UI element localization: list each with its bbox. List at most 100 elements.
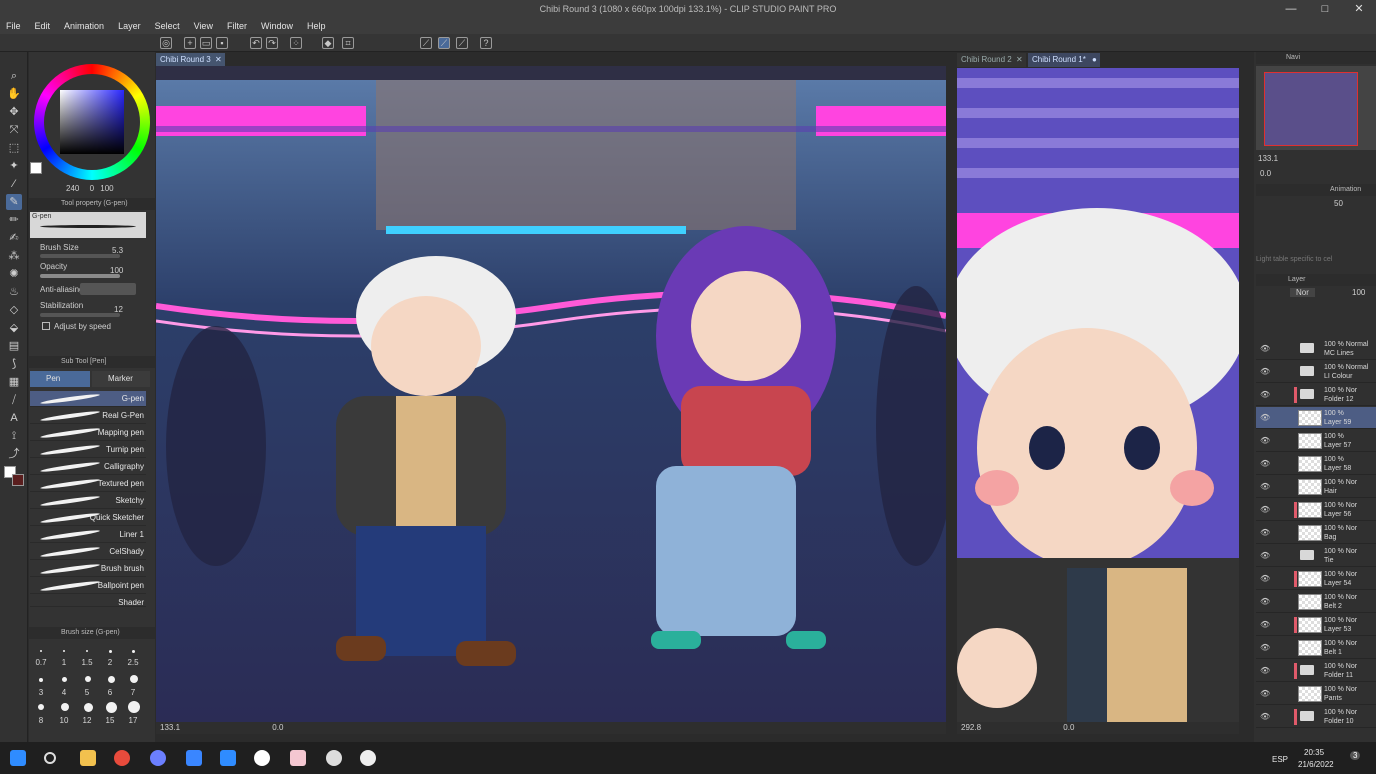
navigator-tab[interactable]: Navi xyxy=(1256,52,1376,64)
brush-item[interactable]: Shader xyxy=(30,595,146,607)
clock-time[interactable]: 20:35 xyxy=(1304,748,1324,757)
tab-chibi-round-2[interactable]: Chibi Round 2 ✕ xyxy=(957,53,1026,67)
windows-start-icon[interactable] xyxy=(10,750,26,766)
brush-item[interactable]: G-pen xyxy=(30,391,146,407)
layer-row[interactable]: 👁 100 % Nor Folder 12 xyxy=(1256,384,1376,406)
layer-row[interactable]: 👁 100 % Normal MC Lines xyxy=(1256,338,1376,360)
animation-tab[interactable]: Animation xyxy=(1256,184,1376,196)
close-tab-icon[interactable]: ✕ xyxy=(215,53,222,67)
redo-icon[interactable]: ↷ xyxy=(266,37,278,49)
main-zoom-value[interactable]: 133.1 xyxy=(160,723,180,732)
layer-row[interactable]: 👁 100 % Nor Belt 2 xyxy=(1256,591,1376,613)
layer-row[interactable]: 👁 100 % Layer 57 xyxy=(1256,430,1376,452)
eye-icon[interactable]: 👁 xyxy=(1260,620,1270,629)
eye-icon[interactable]: 👁 xyxy=(1260,712,1270,721)
brush-size-option[interactable]: 2 xyxy=(99,658,121,667)
zoom-icon[interactable]: ⌕ xyxy=(6,68,22,84)
snap-special-ruler-icon[interactable]: ⟋ xyxy=(438,37,450,49)
decoration-icon[interactable]: ✺ xyxy=(6,266,22,282)
color-main-swatch[interactable] xyxy=(30,162,42,174)
menu-view[interactable]: View xyxy=(194,21,213,31)
correct-line-icon[interactable]: ⤴ xyxy=(6,446,22,462)
brush-item[interactable]: Textured pen xyxy=(30,476,146,492)
auto-select-icon[interactable]: ✦ xyxy=(6,158,22,174)
color-saturation-square[interactable] xyxy=(60,90,124,154)
move-icon[interactable]: ✥ xyxy=(6,104,22,120)
tab-chibi-round-3[interactable]: Chibi Round 3 ✕ xyxy=(156,53,225,67)
brush-size-slider[interactable] xyxy=(40,254,120,258)
navigator-angle-value[interactable]: 0.0 xyxy=(1260,169,1271,178)
layer-row[interactable]: 👁 100 % Nor Layer 56 xyxy=(1256,499,1376,521)
brush-size-option[interactable]: 10 xyxy=(53,716,75,725)
brush-item[interactable]: Sketchy xyxy=(30,493,146,509)
brush-item[interactable]: Turnip pen xyxy=(30,442,146,458)
stabilization-slider[interactable] xyxy=(40,313,120,317)
notification-count[interactable]: 3 xyxy=(1350,751,1361,760)
menu-edit[interactable]: Edit xyxy=(35,21,51,31)
brush-item[interactable]: CelShady xyxy=(30,544,146,560)
side-zoom-value[interactable]: 292.8 xyxy=(961,723,981,732)
hand-icon[interactable]: ✋ xyxy=(6,86,22,102)
brush-size-option[interactable]: 15 xyxy=(99,716,121,725)
main-canvas[interactable] xyxy=(156,66,946,722)
layer-opacity-value[interactable]: 100 xyxy=(1352,288,1365,297)
minimize-button[interactable]: — xyxy=(1274,0,1308,18)
side-angle-value[interactable]: 0.0 xyxy=(1063,723,1074,732)
menu-filter[interactable]: Filter xyxy=(227,21,247,31)
eye-icon[interactable]: 👁 xyxy=(1260,344,1270,353)
menu-file[interactable]: File xyxy=(6,21,21,31)
chrome-icon[interactable] xyxy=(114,750,130,766)
close-tab-icon[interactable]: ✕ xyxy=(1016,53,1023,67)
eye-icon[interactable]: 👁 xyxy=(1260,574,1270,583)
eye-icon[interactable]: 👁 xyxy=(1260,436,1270,445)
eye-icon[interactable]: 👁 xyxy=(1260,643,1270,652)
layer-row[interactable]: 👁 100 % Layer 58 xyxy=(1256,453,1376,475)
brush-item[interactable]: Calligraphy xyxy=(30,459,146,475)
sub-tool-tab-marker[interactable]: Marker xyxy=(92,371,150,387)
layer-row[interactable]: 👁 100 % Nor Layer 54 xyxy=(1256,568,1376,590)
navigator-zoom-value[interactable]: 133.1 xyxy=(1258,154,1278,163)
app-avatar-icon[interactable] xyxy=(290,750,306,766)
selection-icon[interactable]: ⬚ xyxy=(6,140,22,156)
opacity-slider[interactable] xyxy=(40,274,120,278)
eye-icon[interactable]: 👁 xyxy=(1260,390,1270,399)
pen-icon[interactable]: ✎ xyxy=(6,194,22,210)
close-button[interactable]: ✕ xyxy=(1342,0,1376,18)
brush-item[interactable]: Ballpoint pen xyxy=(30,578,146,594)
search-icon[interactable] xyxy=(44,752,56,764)
brush-size-option[interactable]: 1 xyxy=(53,658,75,667)
light-table-opacity-value[interactable]: 50 xyxy=(1334,199,1343,208)
brush-item[interactable]: Liner 1 xyxy=(30,527,146,543)
fill-icon[interactable]: ◆ xyxy=(322,37,334,49)
menu-help[interactable]: Help xyxy=(307,21,326,31)
brush-size-option[interactable]: 5 xyxy=(76,688,98,697)
gradient-icon[interactable]: ▤ xyxy=(6,338,22,354)
clock-date[interactable]: 21/6/2022 xyxy=(1298,760,1334,769)
brush-item[interactable]: Brush brush xyxy=(30,561,146,577)
brush-icon[interactable]: ✍ xyxy=(6,230,22,246)
layer-row[interactable]: 👁 100 % Nor Tie xyxy=(1256,545,1376,567)
clip-studio-taskbar-icon[interactable] xyxy=(326,750,342,766)
layer-row[interactable]: 👁 100 % Nor Belt 1 xyxy=(1256,637,1376,659)
deselect-icon[interactable]: ⁘ xyxy=(290,37,302,49)
pencil-icon[interactable]: ✏ xyxy=(6,212,22,228)
menu-animation[interactable]: Animation xyxy=(64,21,104,31)
sub-color-swatch[interactable] xyxy=(12,474,24,486)
todo-icon[interactable] xyxy=(220,750,236,766)
eye-icon[interactable]: 👁 xyxy=(1260,482,1270,491)
adjust-by-speed-checkbox[interactable] xyxy=(42,322,50,330)
file-explorer-icon[interactable] xyxy=(80,750,96,766)
sub-tool-tab-pen[interactable]: Pen xyxy=(30,371,90,387)
fill-tool-icon[interactable]: ⬙ xyxy=(6,320,22,336)
layer-row[interactable]: 👁 100 % Nor Bag xyxy=(1256,522,1376,544)
brush-item[interactable]: Real G-Pen xyxy=(30,408,146,424)
airbrush-icon[interactable]: ⁂ xyxy=(6,248,22,264)
eye-icon[interactable]: 👁 xyxy=(1260,689,1270,698)
eraser-icon[interactable]: ◇ xyxy=(6,302,22,318)
brush-item[interactable]: Mapping pen xyxy=(30,425,146,441)
navigator-preview[interactable] xyxy=(1256,66,1376,150)
open-file-icon[interactable]: ▭ xyxy=(200,37,212,49)
brush-size-option[interactable]: 17 xyxy=(122,716,144,725)
brush-size-option[interactable]: 8 xyxy=(30,716,52,725)
antialiasing-selector[interactable] xyxy=(80,283,136,295)
